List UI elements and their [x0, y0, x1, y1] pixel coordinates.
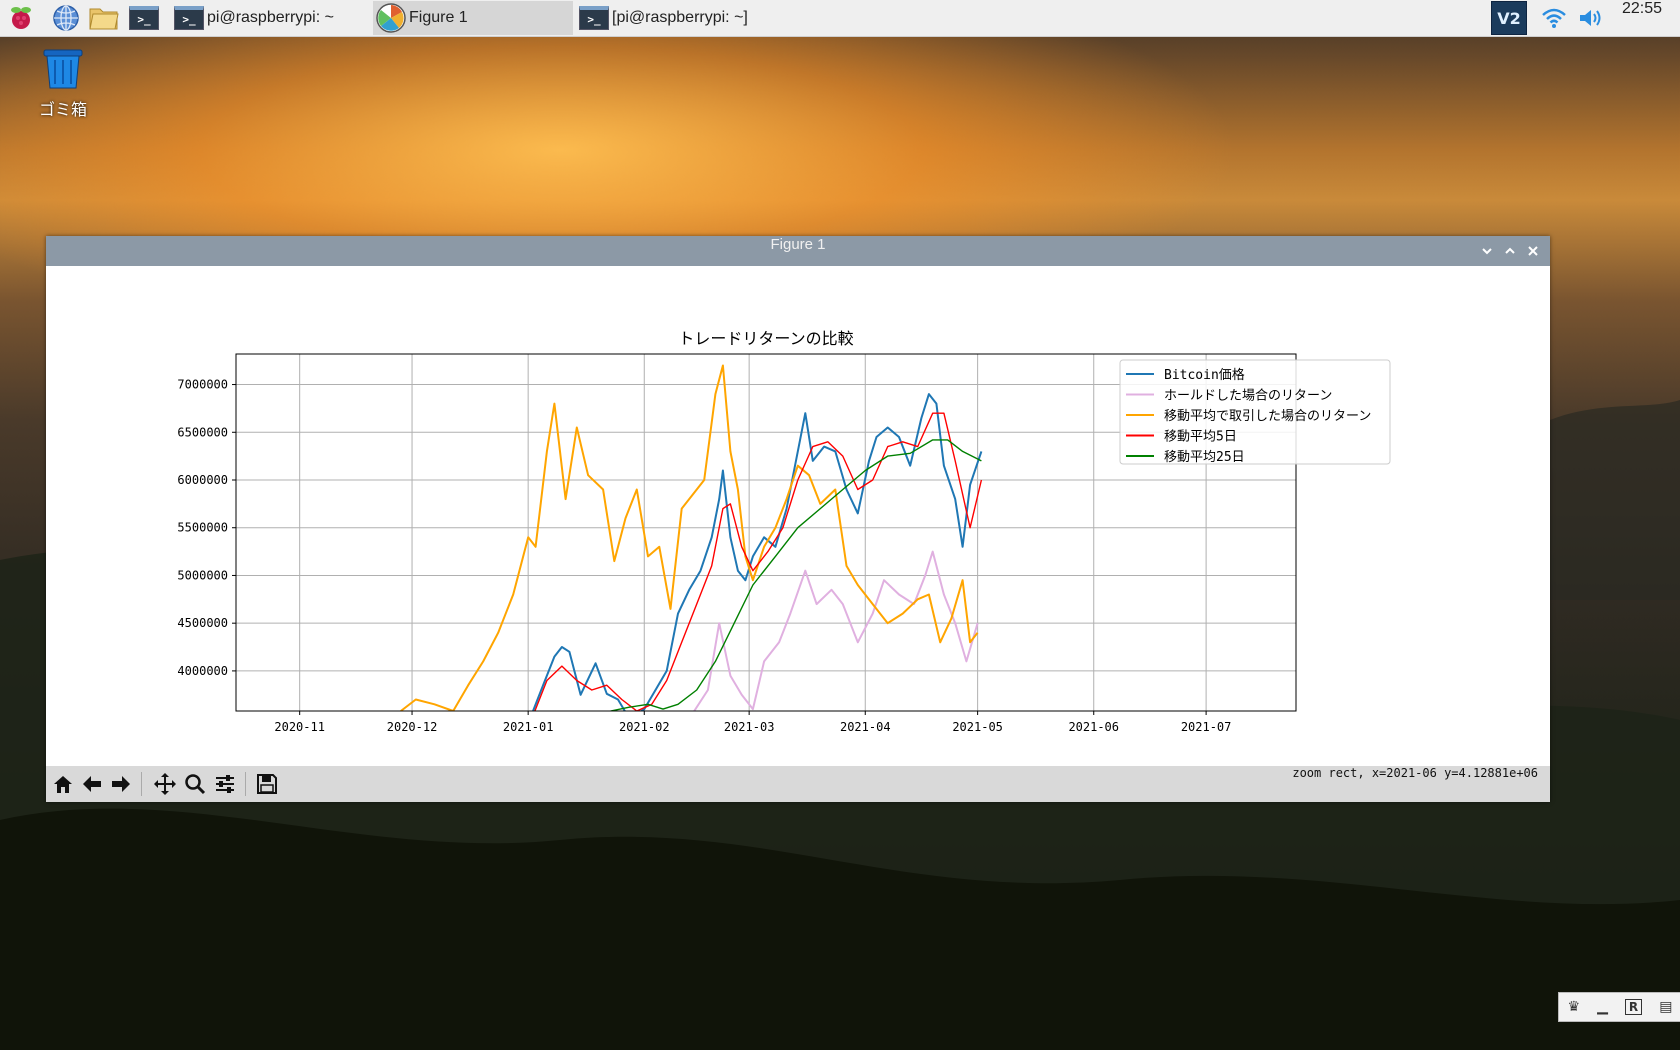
line-chart: 2020-11 2020-12 2021-01 2021-02 2021-03 2021-… [177, 329, 1391, 734]
task-terminal-2[interactable]: >_ [pi@raspberrypi: ~] [575, 1, 775, 35]
window-title: Figure 1 [770, 236, 826, 253]
move-icon [154, 773, 176, 795]
vnc-label: V2 [1491, 1, 1527, 35]
forward-button[interactable] [108, 771, 134, 797]
navigation-toolbar: zoom rect, x=2021-06 y=4.12881e+06 [46, 766, 1550, 802]
x-tick-label: 2021-04 [840, 720, 891, 734]
save-button[interactable] [254, 771, 280, 797]
trash-icon [43, 49, 83, 89]
task-terminal-1[interactable]: >_ pi@raspberrypi: ~ [170, 1, 360, 35]
x-tick-label: 2021-01 [503, 720, 554, 734]
sliders-icon [216, 775, 234, 793]
close-button[interactable] [1524, 242, 1542, 260]
plot-canvas[interactable]: 2020-11 2020-12 2021-01 2021-02 2021-03 2021-… [46, 266, 1550, 766]
task-label: pi@raspberrypi: ~ [207, 9, 334, 26]
file-manager-icon[interactable] [89, 3, 119, 33]
y-tick-label: 5500000 [177, 521, 228, 535]
configure-subplots-button[interactable] [212, 771, 238, 797]
legend-entry: 移動平均25日 [1164, 450, 1245, 465]
task-figure-1[interactable]: Figure 1 [373, 1, 573, 35]
minimize-bar-icon[interactable]: ▁ [1597, 999, 1608, 1015]
x-tick-label: 2020-12 [387, 720, 438, 734]
x-tick-label: 2021-06 [1068, 720, 1119, 734]
toolbar-separator [141, 772, 142, 796]
home-button[interactable] [50, 771, 76, 797]
taskbar: >_ >_ pi@raspberrypi: ~ Figure 1 >_ [pi@… [0, 0, 1680, 37]
raspberry-menu-icon[interactable] [6, 3, 36, 33]
y-tick-label: 4000000 [177, 664, 228, 678]
x-tick-label: 2021-02 [619, 720, 670, 734]
figure-window: Figure 1 2020-11 2020-12 2021-01 2021-02 202… [46, 236, 1550, 802]
y-tick-label: 6000000 [177, 473, 228, 487]
toolbar-separator [245, 772, 246, 796]
legend-entry: ホールドした場合のリターン [1164, 389, 1332, 404]
crown-icon[interactable]: ♛ [1568, 999, 1581, 1015]
maximize-button[interactable] [1501, 242, 1519, 260]
series-line [400, 364, 979, 711]
task-label: Figure 1 [409, 9, 468, 26]
keyboard-icon[interactable]: ▤ [1659, 999, 1672, 1015]
chevron-up-icon [1505, 247, 1515, 254]
matplotlib-icon [376, 3, 406, 33]
trash-label: ゴミ箱 [38, 100, 87, 119]
terminal-launcher-icon[interactable]: >_ [129, 3, 159, 33]
volume-icon[interactable] [1576, 0, 1606, 36]
x-tick-label: 2021-05 [952, 720, 1003, 734]
legend-entry: 移動平均で取引した場合のリターン [1164, 409, 1371, 424]
x-tick-label: 2021-03 [724, 720, 775, 734]
x-tick-label: 2020-11 [274, 720, 325, 734]
back-button[interactable] [79, 771, 105, 797]
r-icon[interactable]: R [1624, 999, 1643, 1015]
terminal-icon: >_ [174, 6, 204, 30]
legend-entry: 移動平均5日 [1164, 430, 1237, 445]
chevron-down-icon [1482, 248, 1492, 255]
terminal-icon: >_ [579, 6, 609, 30]
y-tick-label: 5000000 [177, 568, 228, 582]
x-tick-label: 2021-07 [1181, 720, 1232, 734]
clock[interactable]: 22:55 [1622, 0, 1662, 36]
y-tick-label: 6500000 [177, 425, 228, 439]
vnc-icon[interactable]: V2 [1491, 0, 1527, 36]
desktop-trash[interactable]: ゴミ箱 [30, 48, 96, 120]
wifi-icon[interactable] [1538, 0, 1570, 36]
y-tick-label: 4500000 [177, 616, 228, 630]
web-browser-icon[interactable] [51, 3, 81, 33]
floppy-disk-icon [257, 774, 277, 794]
home-icon [54, 776, 72, 793]
close-icon [1528, 246, 1538, 256]
input-method-tray: ♛ ▁ R ▤ [1558, 992, 1680, 1022]
window-titlebar[interactable]: Figure 1 [46, 236, 1550, 266]
status-message: zoom rect, x=2021-06 y=4.12881e+06 [1292, 766, 1538, 780]
arrow-right-icon [112, 776, 130, 792]
zoom-button[interactable] [182, 771, 208, 797]
arrow-left-icon [83, 776, 101, 792]
task-label: [pi@raspberrypi: ~] [612, 9, 748, 26]
legend-entry: Bitcoin価格 [1164, 367, 1245, 383]
chart-title: トレードリターンの比較 [678, 329, 853, 348]
pan-button[interactable] [152, 771, 178, 797]
series-line [531, 393, 983, 711]
y-tick-label: 7000000 [177, 378, 228, 392]
minimize-button[interactable] [1478, 242, 1496, 260]
magnifier-icon [185, 774, 206, 795]
